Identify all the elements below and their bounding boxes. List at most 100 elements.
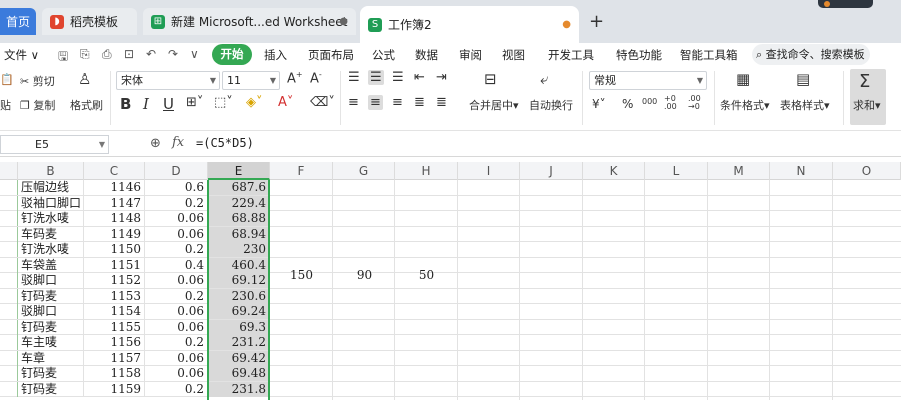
cell-E[interactable]: 68.94 bbox=[208, 226, 270, 242]
cell-E[interactable]: 69.42 bbox=[208, 350, 270, 366]
cell-B[interactable]: 驳脚口 bbox=[18, 273, 84, 288]
cell-D[interactable]: 0.06 bbox=[145, 350, 208, 366]
new-tab-button[interactable]: + bbox=[589, 11, 604, 32]
cell-D[interactable]: 0.2 bbox=[145, 242, 208, 257]
cell-A[interactable] bbox=[0, 381, 18, 397]
format-painter-label[interactable]: 格式刷 bbox=[70, 97, 103, 113]
thousands-button[interactable]: 000 bbox=[642, 97, 657, 106]
cell-G-value[interactable]: 90 bbox=[333, 268, 396, 282]
cell-A[interactable] bbox=[0, 211, 18, 226]
col-header-H[interactable]: H bbox=[395, 162, 458, 180]
tab-home[interactable]: 首页 bbox=[0, 8, 36, 35]
decrease-decimal-icon[interactable]: .00 →0 bbox=[688, 95, 701, 111]
underline-button[interactable]: U bbox=[163, 95, 174, 113]
col-header-I[interactable]: I bbox=[458, 162, 520, 180]
col-header-D[interactable]: D bbox=[145, 162, 208, 180]
conditional-format-icon[interactable]: ▦ bbox=[736, 70, 750, 88]
cell-E[interactable]: 69.12 bbox=[208, 273, 270, 288]
italic-button[interactable]: I bbox=[143, 95, 149, 113]
col-header-E[interactable]: E bbox=[208, 162, 270, 180]
justify-icon[interactable]: ≣ bbox=[414, 95, 425, 110]
font-size-select[interactable]: 11 ▼ bbox=[222, 71, 280, 90]
undo-icon[interactable]: ↶ bbox=[146, 47, 156, 61]
cell-D[interactable]: 0.06 bbox=[145, 211, 208, 226]
menu-page-layout[interactable]: 页面布局 bbox=[308, 47, 354, 63]
grow-font-icon[interactable]: A+ bbox=[287, 70, 303, 86]
cell-D[interactable]: 0.2 bbox=[145, 288, 208, 304]
col-header-F[interactable]: F bbox=[270, 162, 333, 180]
cell-C[interactable]: 1157 bbox=[84, 350, 145, 366]
cell-A[interactable] bbox=[0, 226, 18, 242]
cell-C[interactable]: 1153 bbox=[84, 288, 145, 304]
sum-button[interactable]: Σ 求和▾ bbox=[850, 69, 886, 125]
print-icon[interactable]: ⎙ bbox=[102, 47, 112, 62]
cell-A[interactable] bbox=[0, 180, 18, 195]
cell-D[interactable]: 0.06 bbox=[145, 366, 208, 381]
cell-D[interactable]: 0.2 bbox=[145, 195, 208, 211]
export-icon[interactable]: ⎘ bbox=[80, 47, 90, 62]
col-header-J[interactable]: J bbox=[520, 162, 583, 180]
col-header-M[interactable]: M bbox=[708, 162, 770, 180]
col-header-K[interactable]: K bbox=[583, 162, 645, 180]
outdent-icon[interactable]: ⇥ bbox=[436, 70, 447, 85]
conditional-format-button[interactable]: 条件格式▾ bbox=[720, 97, 770, 113]
cell-B[interactable]: 钉码麦 bbox=[18, 381, 84, 397]
cell-A[interactable] bbox=[0, 366, 18, 381]
cell-style-icon[interactable]: ⬚˅ bbox=[214, 95, 233, 110]
cell-A[interactable] bbox=[0, 304, 18, 319]
close-icon[interactable]: ● bbox=[339, 16, 348, 27]
window-control[interactable] bbox=[818, 0, 873, 8]
number-format-select[interactable]: 常规 ▼ bbox=[589, 71, 707, 90]
cell-E[interactable]: 231.2 bbox=[208, 335, 270, 350]
align-right-icon[interactable]: ≡ bbox=[392, 95, 403, 110]
menu-smart-tools[interactable]: 智能工具箱 bbox=[680, 47, 738, 63]
merge-center-button[interactable]: 合并居中▾ bbox=[469, 97, 519, 113]
command-search[interactable]: ⌕ 查找命令、搜索模板 bbox=[752, 44, 870, 65]
shrink-font-icon[interactable]: A- bbox=[310, 70, 322, 86]
align-center-icon[interactable]: ≡ bbox=[368, 95, 383, 110]
cell-D[interactable]: 0.06 bbox=[145, 273, 208, 288]
cell-A[interactable] bbox=[0, 288, 18, 304]
menu-review[interactable]: 审阅 bbox=[459, 47, 482, 63]
cell-B[interactable]: 钉码麦 bbox=[18, 288, 84, 304]
preview-icon[interactable]: ⊡ bbox=[124, 47, 134, 61]
cell-E[interactable]: 230 bbox=[208, 242, 270, 257]
table-style-icon[interactable]: ▤ bbox=[796, 70, 810, 88]
cell-C[interactable]: 1147 bbox=[84, 195, 145, 211]
cell-B[interactable]: 车章 bbox=[18, 350, 84, 366]
cell-C[interactable]: 1158 bbox=[84, 366, 145, 381]
cell-B[interactable]: 车袋盖 bbox=[18, 257, 84, 273]
cell-E[interactable]: 68.88 bbox=[208, 211, 270, 226]
cell-H-value[interactable]: 50 bbox=[395, 268, 458, 282]
cell-A[interactable] bbox=[0, 242, 18, 257]
bold-button[interactable]: B bbox=[120, 95, 131, 113]
cell-C[interactable]: 1146 bbox=[84, 180, 145, 195]
menu-features[interactable]: 特色功能 bbox=[616, 47, 662, 63]
name-box[interactable]: E5 ▼ bbox=[0, 135, 109, 154]
distributed-icon[interactable]: ≣ bbox=[436, 95, 447, 110]
menu-start[interactable]: 开始 bbox=[212, 44, 252, 65]
cell-B[interactable]: 钉洗水唛 bbox=[18, 211, 84, 226]
cell-C[interactable]: 1156 bbox=[84, 335, 145, 350]
col-header-G[interactable]: G bbox=[333, 162, 395, 180]
align-top-icon[interactable]: ☰ bbox=[348, 70, 360, 85]
copy-button[interactable]: ❐ 复制 bbox=[20, 97, 55, 113]
unsaved-dot-icon[interactable]: ● bbox=[562, 19, 571, 30]
cell-C[interactable]: 1159 bbox=[84, 381, 145, 397]
cell-A[interactable] bbox=[0, 319, 18, 335]
function-icon[interactable]: fx bbox=[172, 135, 184, 150]
percent-button[interactable]: % bbox=[622, 97, 633, 111]
paste-icon[interactable]: 📋 bbox=[0, 73, 14, 86]
cell-B[interactable]: 钉码麦 bbox=[18, 319, 84, 335]
font-color-icon[interactable]: A˅ bbox=[278, 95, 293, 110]
menu-dev-tools[interactable]: 开发工具 bbox=[548, 47, 594, 63]
col-header-O[interactable]: O bbox=[833, 162, 901, 180]
cell-A[interactable] bbox=[0, 195, 18, 211]
cell-E[interactable]: 687.6 bbox=[208, 180, 270, 195]
col-header-N[interactable]: N bbox=[770, 162, 833, 180]
wrap-text-button[interactable]: 自动换行 bbox=[529, 97, 573, 113]
col-header-L[interactable]: L bbox=[645, 162, 708, 180]
col-header-A[interactable] bbox=[0, 162, 18, 180]
cell-E[interactable]: 69.48 bbox=[208, 366, 270, 381]
cell-B[interactable]: 钉洗水唛 bbox=[18, 242, 84, 257]
